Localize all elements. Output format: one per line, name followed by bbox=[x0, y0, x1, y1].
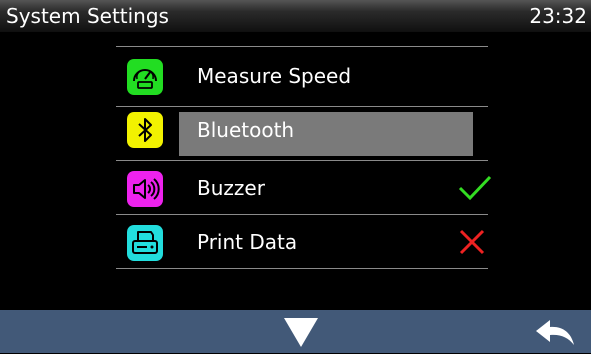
speaker-icon bbox=[127, 171, 163, 207]
speedometer-icon bbox=[127, 59, 163, 95]
menu-item-label: Measure Speed bbox=[197, 64, 352, 88]
scroll-down-icon[interactable] bbox=[281, 314, 321, 350]
divider bbox=[116, 160, 488, 161]
check-icon bbox=[457, 173, 493, 207]
menu-item-print-data[interactable]: Print Data bbox=[116, 216, 488, 269]
clock: 23:32 bbox=[529, 4, 587, 28]
printer-icon bbox=[127, 225, 163, 261]
cross-icon bbox=[457, 227, 487, 261]
menu-item-bluetooth[interactable]: Bluetooth bbox=[116, 107, 488, 160]
menu-item-label: Print Data bbox=[197, 230, 298, 254]
divider bbox=[116, 46, 488, 47]
title-bar: System Settings 23:32 bbox=[0, 0, 591, 32]
menu-item-measure-speed[interactable]: Measure Speed bbox=[116, 50, 488, 103]
menu-item-label: Bluetooth bbox=[197, 118, 295, 142]
page-title: System Settings bbox=[6, 4, 169, 28]
menu-item-label: Buzzer bbox=[197, 176, 265, 200]
bluetooth-icon bbox=[127, 112, 163, 148]
navigation-bar bbox=[0, 310, 591, 353]
menu-item-buzzer[interactable]: Buzzer bbox=[116, 162, 492, 215]
back-arrow-icon[interactable] bbox=[534, 318, 576, 346]
